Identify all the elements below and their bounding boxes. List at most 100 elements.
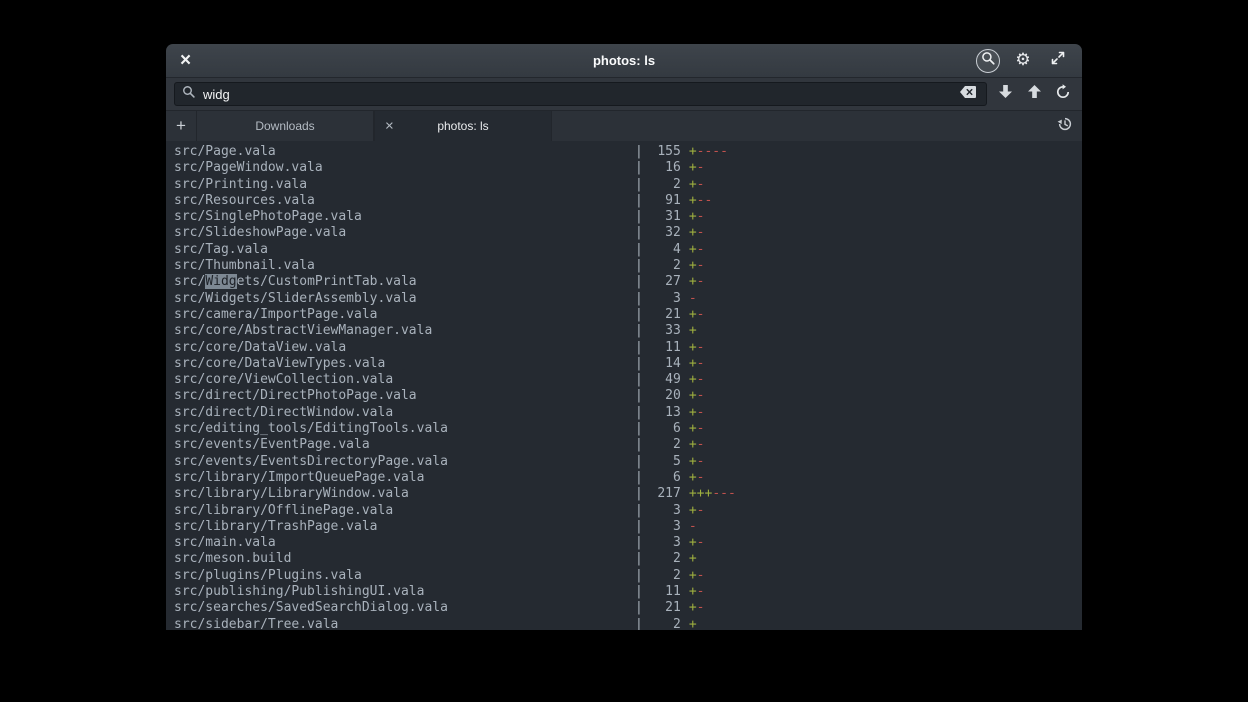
restore-closed-tab-button[interactable] <box>1057 111 1082 141</box>
file-name: src/SinglePhotoPage.vala <box>174 209 635 225</box>
diff-symbols: +- <box>681 421 705 437</box>
additions-marks: + <box>689 160 697 175</box>
diffstat-line: src/events/EventsDirectoryPage.vala|5+- <box>174 454 1082 470</box>
tab-label: Downloads <box>255 119 314 133</box>
column-separator: | <box>635 437 643 453</box>
deletions-marks: - <box>697 340 705 355</box>
file-name: src/library/ImportQueuePage.vala <box>174 470 635 486</box>
change-count: 33 <box>643 323 681 339</box>
column-separator: | <box>635 405 643 421</box>
deletions-marks: - <box>697 405 705 420</box>
diffstat-line: src/sidebar/Tree.vala|2+ <box>174 617 1082 630</box>
search-input[interactable] <box>203 87 950 102</box>
diffstat-line: src/camera/ImportPage.vala|21+- <box>174 307 1082 323</box>
additions-marks: + <box>689 437 697 452</box>
diffstat-line: src/direct/DirectPhotoPage.vala|20+- <box>174 388 1082 404</box>
column-separator: | <box>635 617 643 630</box>
diffstat-line: src/core/DataView.vala|11+- <box>174 340 1082 356</box>
tab-label: photos: ls <box>437 119 488 133</box>
change-count: 11 <box>643 584 681 600</box>
cycle-icon <box>1055 84 1071 105</box>
diff-symbols: +- <box>681 584 705 600</box>
diff-symbols: +- <box>681 225 705 241</box>
settings-button[interactable]: ⚙ <box>1011 49 1035 73</box>
tab-downloads[interactable]: Downloads <box>196 111 374 141</box>
diffstat-line: src/Page.vala|155+---- <box>174 144 1082 160</box>
diffstat-line: src/direct/DirectWindow.vala|13+- <box>174 405 1082 421</box>
search-field[interactable] <box>174 82 987 106</box>
change-count: 11 <box>643 340 681 356</box>
additions-marks: + <box>689 405 697 420</box>
diffstat-line: src/core/ViewCollection.vala|49+- <box>174 372 1082 388</box>
diff-symbols: +- <box>681 242 705 258</box>
additions-marks: + <box>689 372 697 387</box>
column-separator: | <box>635 291 643 307</box>
diff-symbols: +- <box>681 405 705 421</box>
diff-symbols: +- <box>681 274 705 290</box>
diffstat-line: src/plugins/Plugins.vala|2+- <box>174 568 1082 584</box>
terminal-output[interactable]: src/Page.vala|155+----src/PageWindow.val… <box>166 141 1082 630</box>
deletions-marks: - <box>697 225 705 240</box>
column-separator: | <box>635 177 643 193</box>
deletions-marks: - <box>697 421 705 436</box>
deletions-marks: - <box>697 160 705 175</box>
file-name: src/Resources.vala <box>174 193 635 209</box>
change-count: 217 <box>643 486 681 502</box>
deletions-marks: - <box>689 519 697 534</box>
additions-marks: + <box>689 323 697 338</box>
deletions-marks: - <box>697 209 705 224</box>
change-count: 2 <box>643 617 681 630</box>
fullscreen-button[interactable] <box>1046 49 1070 73</box>
diff-symbols: + <box>681 551 697 567</box>
tab-close-button[interactable]: × <box>385 119 394 134</box>
additions-marks: + <box>689 470 697 485</box>
additions-marks: + <box>689 535 697 550</box>
column-separator: | <box>635 193 643 209</box>
tab-photos-ls[interactable]: × photos: ls <box>374 111 552 141</box>
diffstat-line: src/publishing/PublishingUI.vala|11+- <box>174 584 1082 600</box>
change-count: 3 <box>643 291 681 307</box>
file-name: src/sidebar/Tree.vala <box>174 617 635 630</box>
deletions-marks: - <box>697 568 705 583</box>
cyclic-search-button[interactable] <box>1052 83 1074 105</box>
additions-marks: + <box>689 356 697 371</box>
column-separator: | <box>635 258 643 274</box>
file-name: src/camera/ImportPage.vala <box>174 307 635 323</box>
deletions-marks: - <box>697 242 705 257</box>
new-tab-button[interactable]: + <box>166 111 196 141</box>
change-count: 49 <box>643 372 681 388</box>
terminal-window: × photos: ls ⚙ <box>166 44 1082 630</box>
additions-marks: + <box>689 177 697 192</box>
additions-marks: + <box>689 258 697 273</box>
file-name: src/publishing/PublishingUI.vala <box>174 584 635 600</box>
column-separator: | <box>635 307 643 323</box>
change-count: 155 <box>643 144 681 160</box>
deletions-marks: - <box>697 454 705 469</box>
search-input-icon <box>182 85 196 104</box>
diffstat-line: src/PageWindow.vala|16+- <box>174 160 1082 176</box>
close-window-button[interactable]: × <box>178 51 193 70</box>
change-count: 13 <box>643 405 681 421</box>
find-previous-button[interactable] <box>1023 83 1045 105</box>
additions-marks: + <box>689 307 697 322</box>
clear-search-button[interactable] <box>957 83 979 105</box>
find-next-button[interactable] <box>994 83 1016 105</box>
file-name: src/meson.build <box>174 551 635 567</box>
deletions-marks: - <box>697 584 705 599</box>
search-toggle-button[interactable] <box>976 49 1000 73</box>
diffstat-line: src/core/DataViewTypes.vala|14+- <box>174 356 1082 372</box>
additions-marks: + <box>689 551 697 566</box>
file-name: src/core/ViewCollection.vala <box>174 372 635 388</box>
column-separator: | <box>635 486 643 502</box>
expand-icon <box>1050 50 1066 71</box>
diff-symbols: +- <box>681 568 705 584</box>
column-separator: | <box>635 454 643 470</box>
titlebar: × photos: ls ⚙ <box>166 44 1082 78</box>
diffstat-line: src/Widgets/SliderAssembly.vala|3- <box>174 291 1082 307</box>
deletions-marks: - <box>697 437 705 452</box>
diffstat-line: src/main.vala|3+- <box>174 535 1082 551</box>
column-separator: | <box>635 584 643 600</box>
diff-symbols: +- <box>681 160 705 176</box>
change-count: 2 <box>643 258 681 274</box>
additions-marks: + <box>689 503 697 518</box>
